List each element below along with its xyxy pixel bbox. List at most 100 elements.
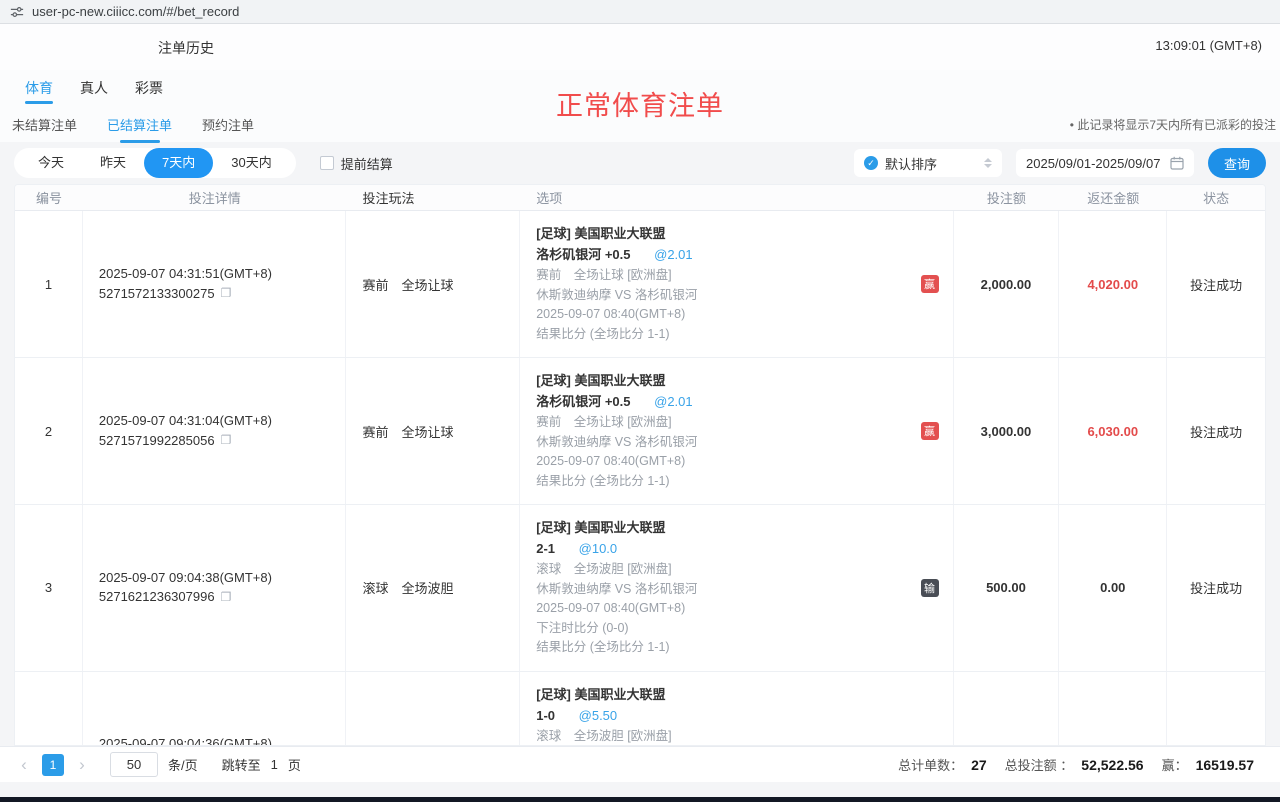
pick-selection: 2-1 bbox=[536, 541, 555, 556]
option-line: 休斯敦迪纳摩 VS 洛杉矶银河 bbox=[536, 433, 908, 453]
result-badge: 输 bbox=[921, 579, 939, 597]
jump-to-label: 跳转至 bbox=[222, 755, 261, 774]
copy-icon[interactable]: ❐ bbox=[221, 286, 232, 300]
tab-彩票[interactable]: 彩票 bbox=[135, 78, 163, 106]
date-range-input[interactable]: 2025/09/01-2025/09/07 bbox=[1016, 149, 1194, 177]
range-7天内[interactable]: 7天内 bbox=[144, 148, 213, 178]
subtab-未结算注单[interactable]: 未结算注单 bbox=[10, 106, 79, 143]
option-line: 滚球 全场波胆 [欧洲盘] bbox=[536, 727, 908, 747]
bet-id: 5271572133300275 bbox=[99, 286, 215, 301]
total-count-value: 27 bbox=[971, 757, 987, 773]
subtab-预约注单[interactable]: 预约注单 bbox=[200, 106, 256, 143]
option-line: 赛前 全场让球 [欧洲盘] bbox=[536, 266, 908, 286]
option-line: 休斯敦迪纳摩 VS 洛杉矶银河 bbox=[536, 286, 908, 306]
bet-play-type: 滚球 全场波胆 bbox=[346, 505, 520, 671]
pick-selection: 洛杉矶银河 +0.5 bbox=[536, 394, 630, 409]
option-line: 结果比分 (全场比分 1-1) bbox=[536, 472, 908, 492]
total-count-label: 总计单数： bbox=[898, 755, 963, 774]
site-settings-icon[interactable] bbox=[10, 5, 24, 19]
bet-number: 2 bbox=[15, 358, 83, 504]
early-settlement-label: 提前结算 bbox=[341, 154, 393, 173]
bet-option-cell: [足球] 美国职业大联盟 洛杉矶银河 +0.5 @2.01 赛前 全场让球 [欧… bbox=[520, 211, 953, 357]
bet-option-cell: [足球] 美国职业大联盟 1-0 @5.50 滚球 全场波胆 [欧洲盘]休斯敦迪… bbox=[520, 672, 953, 747]
payout-notice: • 此记录将显示7天内所有已派彩的投注 bbox=[1070, 116, 1276, 133]
url-text[interactable]: user-pc-new.ciiicc.com/#/bet_record bbox=[32, 4, 239, 19]
column-header: 选项 bbox=[520, 188, 953, 207]
browser-url-bar[interactable]: user-pc-new.ciiicc.com/#/bet_record bbox=[0, 0, 1280, 24]
next-page-icon[interactable]: › bbox=[74, 755, 90, 775]
odds-value: @10.0 bbox=[579, 541, 618, 556]
page-unit-label: 页 bbox=[288, 755, 301, 774]
bet-status: 投注成功 bbox=[1167, 505, 1265, 671]
sub-tabs: 未结算注单已结算注单预约注单 bbox=[10, 106, 256, 143]
bet-detail-cell: 2025-09-07 09:04:38(GMT+8) 5271621236307… bbox=[83, 505, 347, 671]
option-line: 2025-09-07 08:40(GMT+8) bbox=[536, 305, 908, 325]
copy-icon[interactable]: ❐ bbox=[221, 590, 232, 604]
sort-selected-value: 默认排序 bbox=[885, 154, 977, 173]
date-range-group: 今天昨天7天内30天内 bbox=[14, 148, 296, 178]
bet-number: 3 bbox=[15, 505, 83, 671]
page-size-label: 条/页 bbox=[168, 755, 198, 774]
table-row: 2 2025-09-07 04:31:04(GMT+8) 52715719922… bbox=[15, 358, 1265, 505]
option-line: 下注时比分 (0-0) bbox=[536, 619, 908, 639]
bet-status: 投注成功 bbox=[1167, 211, 1265, 357]
option-line: 结果比分 (全场比分 1-1) bbox=[536, 638, 908, 658]
table-row: 3 2025-09-07 09:04:38(GMT+8) 52716212363… bbox=[15, 505, 1265, 672]
bet-table: 编号投注详情投注玩法选项投注额返还金额状态 1 2025-09-07 04:31… bbox=[14, 184, 1266, 746]
column-header: 编号 bbox=[15, 188, 83, 207]
bet-detail-cell: 2025-09-07 04:31:04(GMT+8) 5271571992285… bbox=[83, 358, 347, 504]
search-button[interactable]: 查询 bbox=[1208, 148, 1266, 178]
bet-play-type: 滚球 全场波胆 bbox=[346, 672, 520, 747]
page-size-input[interactable] bbox=[110, 752, 158, 777]
checkbox-icon[interactable] bbox=[320, 156, 334, 170]
bet-option-cell: [足球] 美国职业大联盟 2-1 @10.0 滚球 全场波胆 [欧洲盘]休斯敦迪… bbox=[520, 505, 953, 671]
bet-time: 2025-09-07 09:04:36(GMT+8) bbox=[99, 736, 330, 746]
filter-row: 今天昨天7天内30天内 提前结算 ✓ 默认排序 2025/09/01-2025/… bbox=[0, 142, 1280, 184]
page-title: 注单历史 bbox=[158, 38, 214, 58]
early-settlement-checkbox[interactable]: 提前结算 bbox=[320, 154, 393, 173]
option-detail-lines: 赛前 全场让球 [欧洲盘]休斯敦迪纳摩 VS 洛杉矶银河2025-09-07 0… bbox=[536, 413, 908, 491]
column-header: 返还金额 bbox=[1059, 188, 1167, 207]
payout-amount: 0.00 bbox=[1059, 505, 1167, 671]
subtab-已结算注单[interactable]: 已结算注单 bbox=[105, 106, 174, 143]
payout-amount: 0.00 bbox=[1059, 672, 1167, 747]
bet-number: 1 bbox=[15, 211, 83, 357]
league-name: [足球] 美国职业大联盟 bbox=[536, 518, 908, 538]
overlay-annotation: 正常体育注单 bbox=[556, 84, 724, 123]
jump-page-value[interactable]: 1 bbox=[271, 757, 278, 772]
pick-selection: 1-0 bbox=[536, 708, 555, 723]
tab-体育[interactable]: 体育 bbox=[25, 78, 53, 106]
check-circle-icon: ✓ bbox=[864, 156, 878, 170]
sort-dropdown[interactable]: ✓ 默认排序 bbox=[854, 149, 1002, 177]
footer-bar: ‹ 1 › 条/页 跳转至 1 页 总计单数： 27 总投注额 ： 52,522… bbox=[0, 746, 1280, 782]
bet-time: 2025-09-07 04:31:04(GMT+8) bbox=[99, 413, 330, 428]
copy-icon[interactable]: ❐ bbox=[221, 433, 232, 447]
bet-status: 投注成功 bbox=[1167, 358, 1265, 504]
bet-id: 5271621236307996 bbox=[99, 589, 215, 604]
payout-amount: 6,030.00 bbox=[1059, 358, 1167, 504]
pick-selection: 洛杉矶银河 +0.5 bbox=[536, 247, 630, 262]
range-今天[interactable]: 今天 bbox=[20, 148, 82, 178]
page-number-button[interactable]: 1 bbox=[42, 754, 64, 776]
bet-time: 2025-09-07 04:31:51(GMT+8) bbox=[99, 266, 330, 281]
option-line: 结果比分 (全场比分 1-1) bbox=[536, 325, 908, 345]
calendar-icon bbox=[1170, 156, 1184, 170]
date-range-value: 2025/09/01-2025/09/07 bbox=[1026, 156, 1162, 171]
column-header: 状态 bbox=[1167, 188, 1265, 207]
table-row: 1 2025-09-07 04:31:51(GMT+8) 52715721333… bbox=[15, 211, 1265, 358]
bet-number: 4 bbox=[15, 672, 83, 747]
table-header-row: 编号投注详情投注玩法选项投注额返还金额状态 bbox=[15, 185, 1265, 211]
bet-play-type: 赛前 全场让球 bbox=[346, 358, 520, 504]
sort-carets-icon bbox=[984, 158, 992, 168]
range-昨天[interactable]: 昨天 bbox=[82, 148, 144, 178]
screen: user-pc-new.ciiicc.com/#/bet_record 注单历史… bbox=[0, 0, 1280, 802]
tab-真人[interactable]: 真人 bbox=[80, 78, 108, 106]
option-line: 休斯敦迪纳摩 VS 洛杉矶银河 bbox=[536, 580, 908, 600]
bet-detail-cell: 2025-09-07 04:31:51(GMT+8) 5271572133300… bbox=[83, 211, 347, 357]
table-body: 1 2025-09-07 04:31:51(GMT+8) 52715721333… bbox=[15, 211, 1265, 746]
option-detail-lines: 滚球 全场波胆 [欧洲盘]休斯敦迪纳摩 VS 洛杉矶银河2025-09-07 0… bbox=[536, 560, 908, 658]
option-line: 赛前 全场让球 [欧洲盘] bbox=[536, 413, 908, 433]
option-line: 2025-09-07 08:40(GMT+8) bbox=[536, 452, 908, 472]
prev-page-icon[interactable]: ‹ bbox=[16, 755, 32, 775]
range-30天内[interactable]: 30天内 bbox=[213, 148, 289, 178]
